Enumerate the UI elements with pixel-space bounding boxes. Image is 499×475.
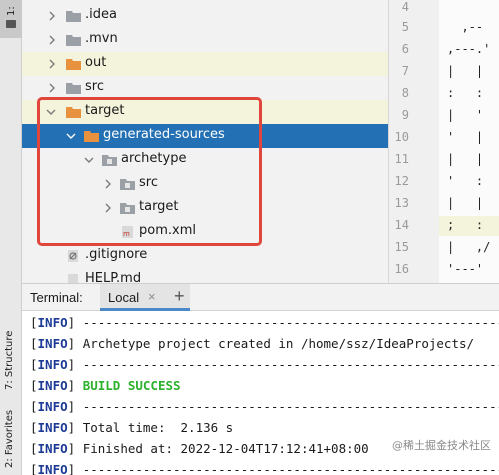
- log-level: INFO: [37, 336, 68, 351]
- terminal-line: [INFO] ---------------------------------…: [30, 462, 499, 475]
- line-number: 10: [394, 130, 409, 144]
- code-line: | ': [447, 108, 484, 122]
- gitignore-file-icon: [66, 250, 81, 262]
- terminal-line-text: Total time: 2.136 s: [75, 420, 234, 435]
- line-number: 13: [394, 196, 409, 210]
- line-number: 11: [394, 152, 409, 166]
- terminal-line-text: Archetype project created in /home/ssz/I…: [75, 336, 475, 351]
- tree-item-label: HELP.md: [85, 271, 142, 283]
- code-line: ,---.': [447, 42, 491, 56]
- code-line: | |: [447, 64, 484, 78]
- project-tool-button[interactable]: 1:: [0, 0, 22, 38]
- tree-item-label: .idea: [85, 7, 117, 22]
- folder-icon: [66, 34, 81, 46]
- terminal-line: [INFO] ---------------------------------…: [30, 315, 499, 330]
- folder-icon: [66, 10, 81, 22]
- terminal-header: Terminal: Local × +: [22, 283, 499, 311]
- folder-orange-icon: [66, 58, 81, 70]
- line-number: 15: [394, 240, 409, 254]
- folder-icon: [66, 82, 81, 94]
- code-line: ' :: [447, 174, 484, 188]
- log-level: INFO: [37, 315, 68, 330]
- log-level: INFO: [37, 441, 68, 456]
- tree-item-label: src: [85, 79, 104, 94]
- code-line: '---': [447, 262, 484, 276]
- code-line: | |: [447, 196, 484, 210]
- tab-label: Local: [108, 290, 140, 305]
- code-line: | ,/: [447, 240, 491, 254]
- editor-gutter: 4 5 6 7 8 9 10 11 12 13 14 15 16: [389, 0, 439, 283]
- chevron-right-icon[interactable]: [48, 11, 56, 21]
- editor-code-area[interactable]: ,-- ,---.' | | : : | ' ' | | | ' : | | ;…: [439, 0, 499, 283]
- tree-item-help-md[interactable]: HELP.md: [22, 268, 388, 283]
- line-number: 5: [401, 20, 409, 34]
- terminal-line-text: ----------------------------------------…: [82, 357, 499, 372]
- terminal-line-text: ----------------------------------------…: [82, 399, 499, 414]
- tree-item-gitignore[interactable]: .gitignore: [22, 244, 388, 268]
- line-number: 4: [401, 0, 409, 14]
- terminal-line: [INFO] ---------------------------------…: [30, 399, 499, 414]
- project-folder-icon: [6, 20, 16, 28]
- code-line: ; :: [447, 218, 484, 232]
- tool-window-strip: 1: 7: Structure 2: Favorites: [0, 0, 22, 475]
- build-success-text: BUILD SUCCESS: [75, 378, 181, 393]
- chevron-right-icon[interactable]: [48, 35, 56, 45]
- favorites-tool-button[interactable]: 2: Favorites: [4, 410, 15, 468]
- close-icon[interactable]: ×: [148, 289, 156, 304]
- terminal-line: [INFO] Finished at: 2022-12-04T17:12:41+…: [30, 441, 369, 456]
- watermark: @稀土掘金技术社区: [392, 437, 491, 453]
- line-number: 8: [401, 86, 409, 100]
- tree-item-label: out: [85, 55, 107, 70]
- markdown-file-icon: [66, 274, 81, 283]
- tree-item-label: .gitignore: [85, 247, 148, 262]
- code-line: | |: [447, 152, 484, 166]
- terminal-line-text: ----------------------------------------…: [82, 462, 499, 475]
- terminal-line: [INFO] ---------------------------------…: [30, 357, 499, 372]
- terminal-line-text: ----------------------------------------…: [82, 315, 499, 330]
- tree-item-idea[interactable]: .idea: [22, 4, 388, 28]
- terminal-line: [INFO] Total time: 2.136 s: [30, 420, 234, 435]
- line-number: 7: [401, 64, 409, 78]
- log-level: INFO: [37, 378, 68, 393]
- log-level: INFO: [37, 399, 68, 414]
- code-line: : :: [447, 86, 484, 100]
- code-line: ,--: [447, 20, 484, 34]
- line-number: 12: [394, 174, 409, 188]
- code-line: ' |: [447, 130, 484, 144]
- log-level: INFO: [37, 357, 68, 372]
- log-level: INFO: [37, 462, 68, 475]
- log-level: INFO: [37, 420, 68, 435]
- line-number: 6: [401, 42, 409, 56]
- new-terminal-tab-button[interactable]: +: [174, 286, 185, 307]
- tree-item-mvn[interactable]: .mvn: [22, 28, 388, 52]
- project-tool-label: 1:: [6, 6, 17, 16]
- chevron-right-icon[interactable]: [48, 59, 56, 69]
- terminal-line: [INFO] BUILD SUCCESS: [30, 378, 181, 393]
- tree-item-out[interactable]: out: [22, 52, 388, 76]
- structure-tool-button[interactable]: 7: Structure: [4, 331, 15, 390]
- line-number: 16: [394, 262, 409, 276]
- annotation-highlight-box: [37, 97, 262, 246]
- tree-item-label: .mvn: [85, 31, 118, 46]
- terminal-line: [INFO] Archetype project created in /hom…: [30, 336, 475, 351]
- chevron-right-icon[interactable]: [48, 83, 56, 93]
- line-number: 9: [401, 108, 409, 122]
- terminal-title: Terminal:: [30, 290, 83, 305]
- line-number: 14: [394, 218, 409, 232]
- terminal-line-text: Finished at: 2022-12-04T17:12:41+08:00: [75, 441, 369, 456]
